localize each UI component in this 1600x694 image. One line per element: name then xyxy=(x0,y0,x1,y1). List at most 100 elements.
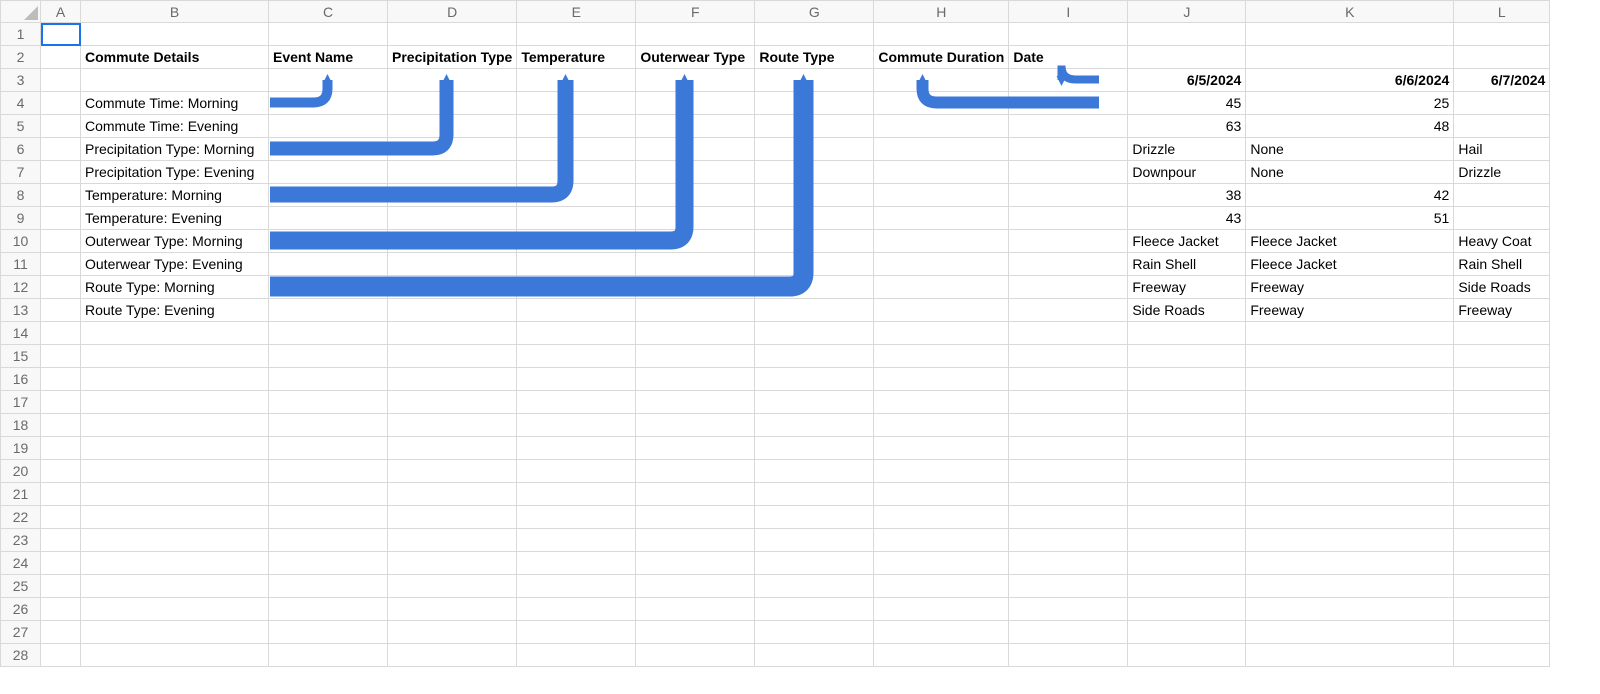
cell[interactable] xyxy=(81,506,269,529)
cell[interactable] xyxy=(388,552,517,575)
cell[interactable] xyxy=(1009,644,1128,667)
cell[interactable] xyxy=(1246,437,1454,460)
cell[interactable] xyxy=(388,460,517,483)
cell[interactable] xyxy=(269,621,388,644)
cell[interactable] xyxy=(1454,529,1550,552)
data-cell[interactable]: Fleece Jacket xyxy=(1246,253,1454,276)
cell[interactable] xyxy=(1246,621,1454,644)
data-cell[interactable]: None xyxy=(1246,161,1454,184)
field-header[interactable]: Commute Duration xyxy=(874,46,1009,69)
cell[interactable] xyxy=(41,138,81,161)
col-header[interactable]: C xyxy=(269,1,388,23)
cell[interactable] xyxy=(517,598,636,621)
col-header[interactable]: E xyxy=(517,1,636,23)
cell[interactable] xyxy=(1009,414,1128,437)
cell[interactable] xyxy=(636,460,755,483)
row-header[interactable]: 1 xyxy=(1,23,41,46)
cell[interactable] xyxy=(1454,23,1550,46)
cell[interactable] xyxy=(874,368,1009,391)
col-header[interactable]: J xyxy=(1128,1,1246,23)
cell[interactable] xyxy=(1009,483,1128,506)
row-label[interactable]: Outerwear Type: Morning xyxy=(81,230,269,253)
cell[interactable] xyxy=(269,368,388,391)
row-label[interactable]: Commute Time: Morning xyxy=(81,92,269,115)
cell[interactable] xyxy=(41,391,81,414)
cell[interactable] xyxy=(636,506,755,529)
cell[interactable] xyxy=(1009,552,1128,575)
cell[interactable] xyxy=(874,115,1009,138)
cell[interactable] xyxy=(388,414,517,437)
cell[interactable] xyxy=(388,644,517,667)
cell[interactable] xyxy=(388,322,517,345)
cell[interactable] xyxy=(874,161,1009,184)
cell[interactable] xyxy=(1246,46,1454,69)
cell[interactable] xyxy=(41,483,81,506)
cell[interactable] xyxy=(874,253,1009,276)
cell[interactable] xyxy=(517,207,636,230)
cell[interactable] xyxy=(517,276,636,299)
col-header[interactable]: I xyxy=(1009,1,1128,23)
cell[interactable] xyxy=(755,138,874,161)
cell[interactable] xyxy=(41,207,81,230)
cell[interactable] xyxy=(1454,460,1550,483)
date-header[interactable]: 6/7/2024 xyxy=(1454,69,1550,92)
cell[interactable] xyxy=(269,575,388,598)
cell[interactable] xyxy=(874,506,1009,529)
cell[interactable] xyxy=(269,598,388,621)
cell[interactable] xyxy=(1454,621,1550,644)
cell[interactable] xyxy=(269,69,388,92)
date-header[interactable]: 6/5/2024 xyxy=(1128,69,1246,92)
cell[interactable] xyxy=(81,644,269,667)
cell[interactable] xyxy=(636,69,755,92)
cell[interactable] xyxy=(517,414,636,437)
cell[interactable] xyxy=(636,368,755,391)
cell[interactable] xyxy=(41,368,81,391)
cell[interactable] xyxy=(269,414,388,437)
cell[interactable] xyxy=(81,322,269,345)
cell[interactable] xyxy=(636,575,755,598)
cell[interactable] xyxy=(1246,552,1454,575)
row-header[interactable]: 3 xyxy=(1,69,41,92)
row-header[interactable]: 26 xyxy=(1,598,41,621)
row-header[interactable]: 6 xyxy=(1,138,41,161)
cell[interactable] xyxy=(81,414,269,437)
cell[interactable] xyxy=(1009,253,1128,276)
cell[interactable] xyxy=(1246,368,1454,391)
cell[interactable] xyxy=(874,299,1009,322)
cell[interactable] xyxy=(1009,69,1128,92)
row-label[interactable]: Precipitation Type: Evening xyxy=(81,161,269,184)
cell[interactable] xyxy=(755,345,874,368)
data-cell[interactable]: Drizzle xyxy=(1128,138,1246,161)
cell[interactable] xyxy=(41,299,81,322)
cell[interactable] xyxy=(388,69,517,92)
cell[interactable] xyxy=(81,437,269,460)
cell[interactable] xyxy=(874,138,1009,161)
data-cell[interactable]: 48 xyxy=(1246,115,1454,138)
row-header[interactable]: 21 xyxy=(1,483,41,506)
cell[interactable] xyxy=(517,23,636,46)
data-cell[interactable]: 43 xyxy=(1128,207,1246,230)
cell[interactable] xyxy=(269,230,388,253)
cell[interactable] xyxy=(1009,391,1128,414)
cell[interactable] xyxy=(388,299,517,322)
row-header[interactable]: 10 xyxy=(1,230,41,253)
cell[interactable] xyxy=(269,391,388,414)
row-header[interactable]: 2 xyxy=(1,46,41,69)
cell[interactable] xyxy=(388,138,517,161)
spreadsheet-grid[interactable]: A B C D E F G H I J K L 12Commute Detail… xyxy=(0,0,1550,667)
cell[interactable] xyxy=(517,115,636,138)
cell[interactable] xyxy=(1246,322,1454,345)
cell[interactable] xyxy=(1454,345,1550,368)
row-header[interactable]: 19 xyxy=(1,437,41,460)
cell[interactable] xyxy=(755,92,874,115)
cell[interactable] xyxy=(388,92,517,115)
cell[interactable] xyxy=(1009,299,1128,322)
cell[interactable] xyxy=(1454,483,1550,506)
cell[interactable] xyxy=(1454,552,1550,575)
cell[interactable] xyxy=(1009,161,1128,184)
cell[interactable] xyxy=(636,115,755,138)
col-header[interactable]: L xyxy=(1454,1,1550,23)
cell[interactable] xyxy=(1009,575,1128,598)
cell[interactable] xyxy=(1246,23,1454,46)
data-cell[interactable]: Hail xyxy=(1454,138,1550,161)
